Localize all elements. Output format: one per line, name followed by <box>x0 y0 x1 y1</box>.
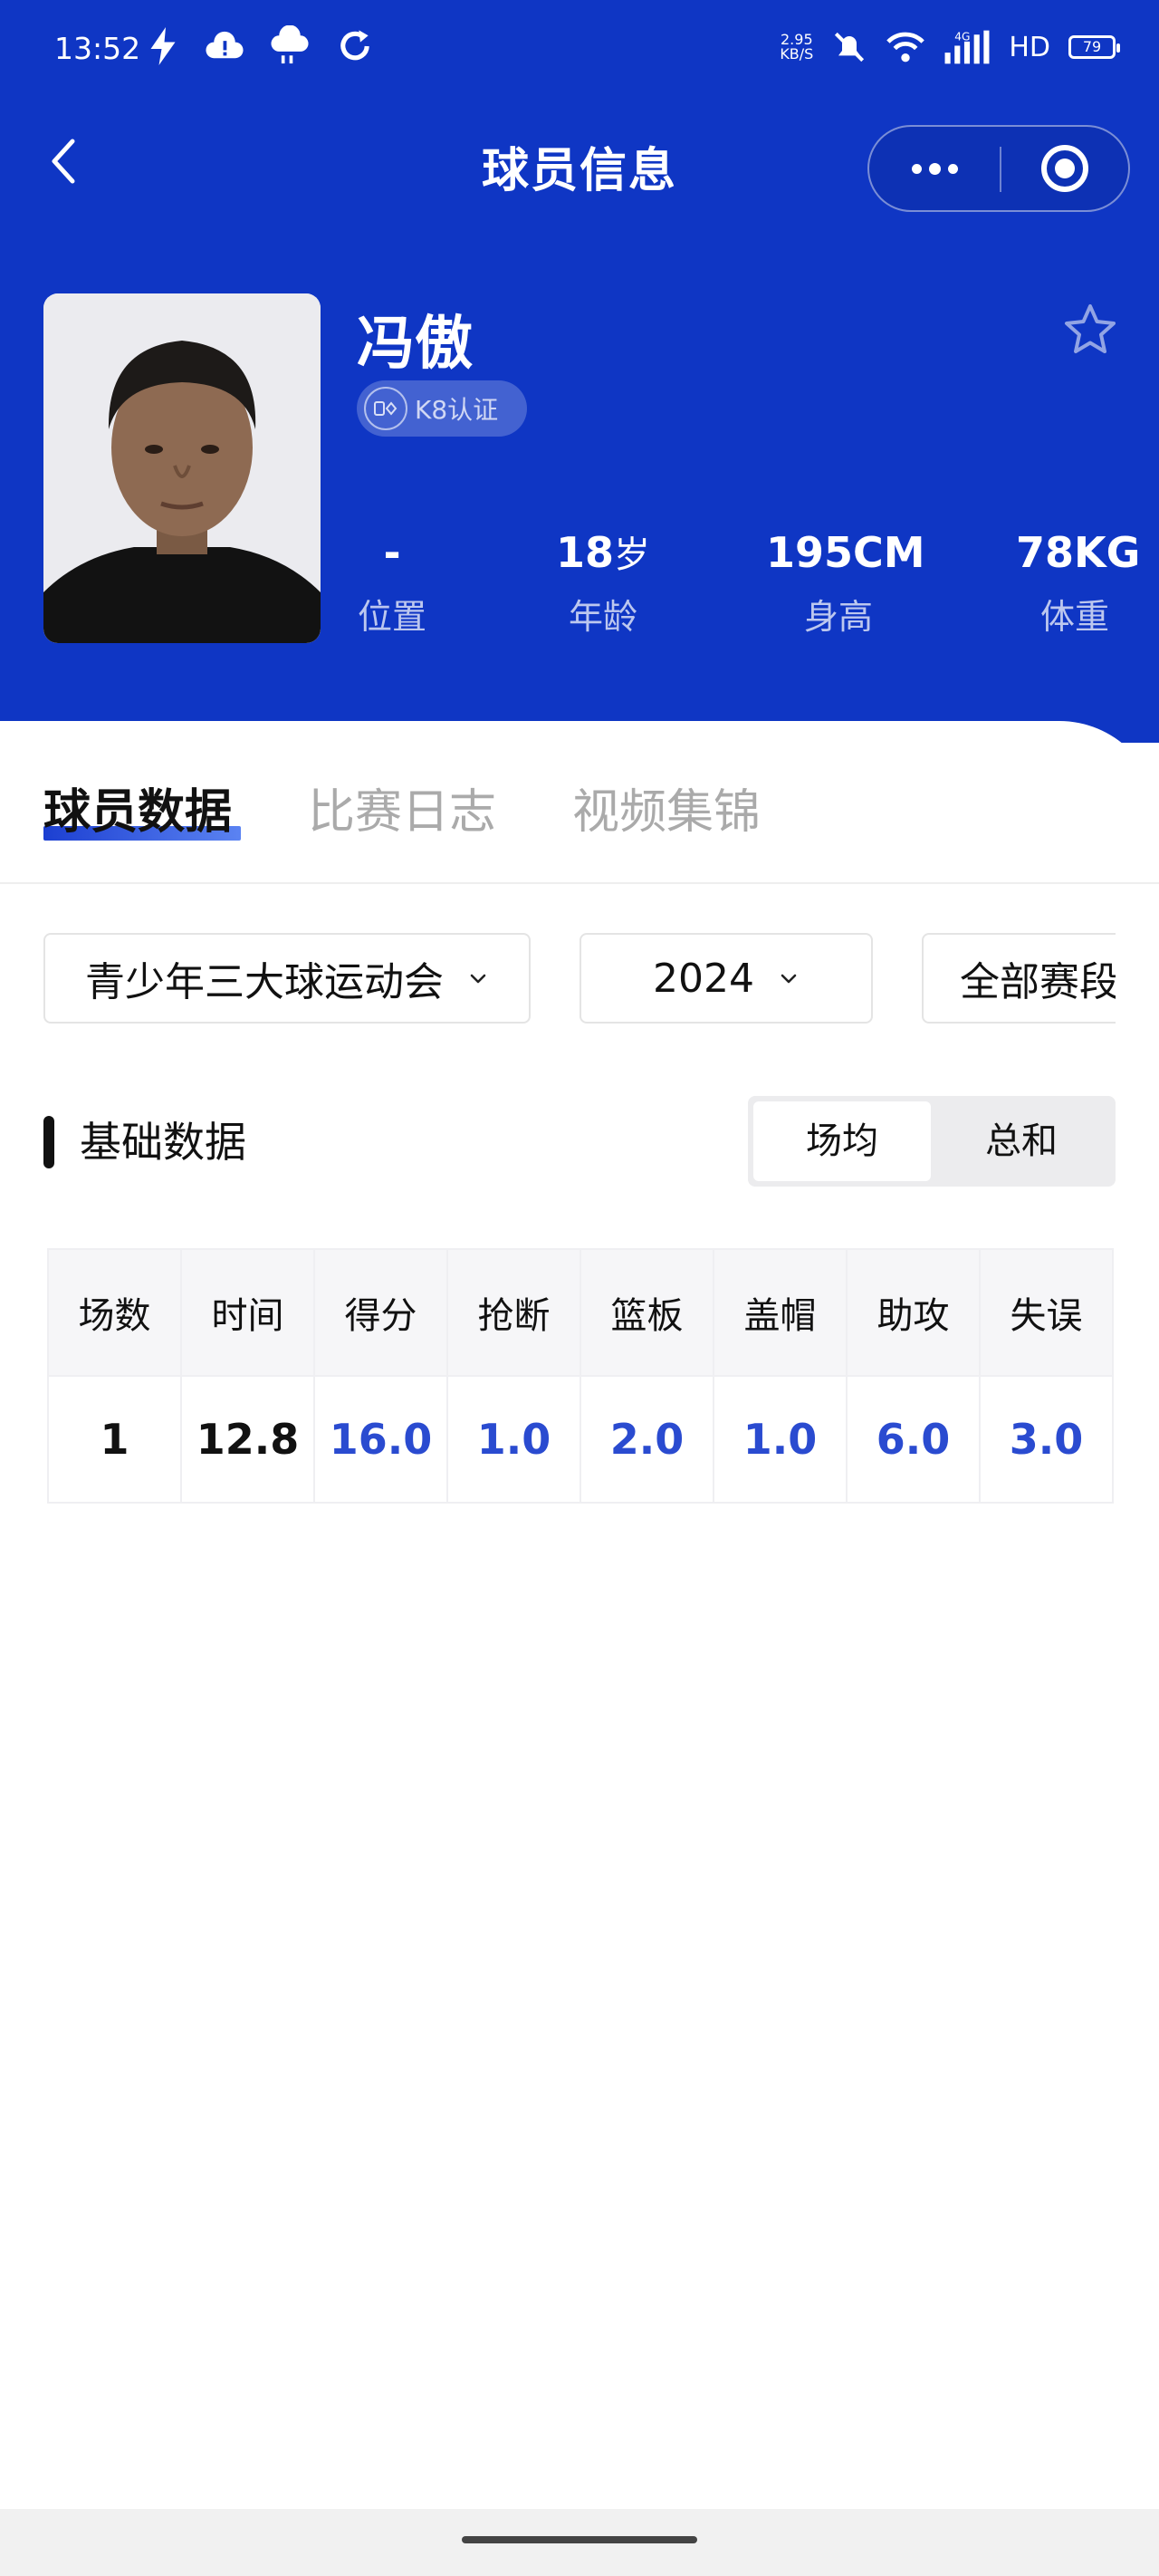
stat-height-label: 身高 <box>803 597 873 637</box>
tab-bar: 球员数据 比赛日志 视频集锦 <box>43 774 761 854</box>
stat-weight-value: 78KG <box>1016 528 1141 577</box>
status-bar: 13:52 2.95 KB/S 4G HD 79 <box>0 0 1159 100</box>
table-header: 抢断 <box>446 1248 581 1377</box>
stat-height: 195CM 身高 <box>766 525 925 639</box>
table-cell: 6.0 <box>846 1375 981 1504</box>
table-header: 得分 <box>313 1248 448 1377</box>
home-indicator[interactable] <box>462 2536 697 2543</box>
section-title: 基础数据 <box>80 1118 246 1167</box>
wifi-icon <box>886 32 925 62</box>
stat-age: 18岁 年龄 <box>549 525 657 639</box>
table-header: 时间 <box>180 1248 315 1377</box>
flash-icon <box>150 27 176 65</box>
tab-video-highlights[interactable]: 视频集锦 <box>572 774 761 854</box>
network-speed: 2.95 KB/S <box>780 33 813 62</box>
toggle-average[interactable]: 场均 <box>753 1101 931 1181</box>
status-right-icons: 2.95 KB/S 4G HD 79 <box>780 29 1120 65</box>
weather-icon <box>271 25 309 64</box>
toggle-total[interactable]: 总和 <box>933 1101 1110 1181</box>
stat-weight: 78KG 体重 <box>1016 525 1141 639</box>
certification-label: K8认证 <box>415 395 499 425</box>
stat-age-value: 18岁 <box>555 528 650 577</box>
table-header-row: 场数 时间 得分 抢断 篮板 盖帽 助攻 失误 <box>47 1248 1114 1377</box>
table-cell: 1.0 <box>713 1375 848 1504</box>
status-left-icons <box>147 25 375 67</box>
chevron-down-icon <box>781 974 797 984</box>
year-filter[interactable]: 2024 <box>580 933 873 1024</box>
section-marker <box>43 1116 54 1168</box>
stat-position-value: - <box>383 528 401 577</box>
alert-cloud-icon <box>206 31 244 59</box>
table-header: 失误 <box>979 1248 1114 1377</box>
table-cell: 2.0 <box>580 1375 714 1504</box>
table-row: 1 12.8 16.0 1.0 2.0 1.0 6.0 3.0 <box>47 1375 1114 1504</box>
table-cell: 1 <box>47 1375 182 1504</box>
table-cell: 16.0 <box>313 1375 448 1504</box>
stage-filter[interactable]: 全部赛段 <box>922 933 1116 1024</box>
mute-icon <box>835 32 865 62</box>
stat-weight-label: 体重 <box>1039 597 1109 637</box>
stat-position: - 位置 <box>357 525 427 639</box>
stat-height-value: 195CM <box>766 528 925 577</box>
certification-icon <box>364 387 407 430</box>
sync-icon <box>340 30 369 61</box>
signal-icon: 4G <box>944 30 990 64</box>
certification-badge[interactable]: K8认证 <box>357 380 527 437</box>
table-cell: 12.8 <box>180 1375 315 1504</box>
favorite-star-icon[interactable] <box>1061 301 1119 359</box>
status-time: 13:52 <box>54 31 141 66</box>
competition-filter-value: 青少年三大球运动会 <box>85 959 444 1005</box>
table-header: 盖帽 <box>713 1248 848 1377</box>
competition-filter[interactable]: 青少年三大球运动会 <box>43 933 531 1024</box>
table-header: 场数 <box>47 1248 182 1377</box>
stat-position-label: 位置 <box>357 597 426 637</box>
stat-age-label: 年龄 <box>568 597 637 637</box>
table-header: 篮板 <box>580 1248 714 1377</box>
table-cell: 1.0 <box>446 1375 581 1504</box>
tabs-divider <box>0 882 1159 884</box>
target-icon[interactable] <box>1001 127 1128 210</box>
table-header: 助攻 <box>846 1248 981 1377</box>
mini-program-capsule <box>867 125 1130 212</box>
player-name: 冯傲 <box>357 311 473 378</box>
stage-filter-value: 全部赛段 <box>960 959 1116 1005</box>
hd-label: HD <box>1009 31 1050 63</box>
tab-player-data[interactable]: 球员数据 <box>43 774 232 854</box>
tab-match-log[interactable]: 比赛日志 <box>308 774 496 854</box>
stats-mode-toggle: 场均 总和 <box>748 1096 1116 1187</box>
year-filter-value: 2024 <box>653 955 754 1002</box>
player-avatar <box>43 293 321 643</box>
table-cell: 3.0 <box>979 1375 1114 1504</box>
battery-icon: 79 <box>1068 35 1120 59</box>
stage-filter-clip: 全部赛段 <box>922 933 1116 1024</box>
basic-stats-table: 场数 时间 得分 抢断 篮板 盖帽 助攻 失误 1 12.8 16.0 1.0 … <box>47 1248 1114 1504</box>
svg-text:4G: 4G <box>955 30 971 43</box>
speed-unit: KB/S <box>780 45 814 62</box>
more-dots-icon[interactable] <box>869 127 1000 210</box>
chevron-down-icon <box>470 974 486 984</box>
